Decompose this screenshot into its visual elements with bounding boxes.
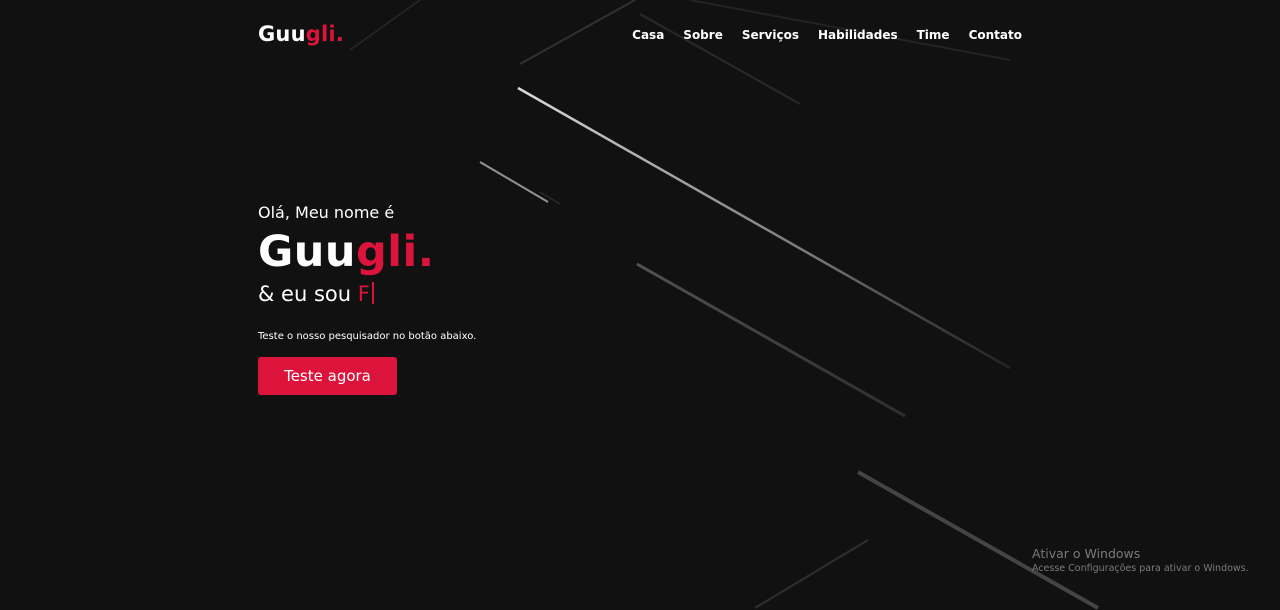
- nav-item-habilidades: Habilidades: [818, 20, 898, 49]
- typing-cursor: [371, 282, 374, 304]
- hero-greeting: Olá, Meu nome é: [258, 203, 395, 222]
- watermark-title: Ativar o Windows: [1032, 546, 1141, 561]
- nav-link-contato[interactable]: Contato: [969, 28, 1022, 42]
- nav-item-sobre: Sobre: [683, 20, 723, 49]
- nav-item-casa: Casa: [632, 20, 664, 49]
- nav-link-servicos[interactable]: Serviços: [742, 28, 799, 42]
- background-streaks: [349, 0, 1099, 610]
- hero-role-prefix: & eu sou: [258, 282, 358, 306]
- logo-accent-text: gli.: [305, 22, 344, 46]
- nav-item-time: Time: [917, 20, 950, 49]
- nav-link-sobre[interactable]: Sobre: [683, 28, 723, 42]
- nav-item-servicos: Serviços: [742, 20, 799, 49]
- hero-role: & eu sou F: [258, 278, 476, 310]
- nav-link-habilidades[interactable]: Habilidades: [818, 28, 898, 42]
- nav-menu: Casa Sobre Serviços Habilidades Time Con…: [632, 20, 1022, 49]
- hero-section: Olá, Meu nome é Guugli. & eu sou F Teste…: [258, 200, 476, 395]
- nav-item-contato: Contato: [969, 20, 1022, 49]
- hero-name: Guugli.: [258, 226, 476, 278]
- hero-name-main: Guu: [258, 227, 357, 277]
- logo[interactable]: Guugli.: [258, 20, 344, 48]
- nav-link-time[interactable]: Time: [917, 28, 950, 42]
- hero-role-typed: F: [357, 282, 370, 306]
- try-now-button[interactable]: Teste agora: [258, 357, 397, 395]
- navbar: Guugli. Casa Sobre Serviços Habilidades …: [258, 20, 1022, 48]
- watermark-subtitle: Acesse Configurações para ativar o Windo…: [1032, 563, 1249, 574]
- windows-activation-watermark: Ativar o Windows Acesse Configurações pa…: [1032, 546, 1249, 576]
- hero-description: Teste o nosso pesquisador no botão abaix…: [258, 331, 477, 342]
- nav-link-casa[interactable]: Casa: [632, 28, 664, 42]
- logo-main-text: Guu: [258, 22, 306, 46]
- hero-name-accent: gli.: [356, 227, 435, 277]
